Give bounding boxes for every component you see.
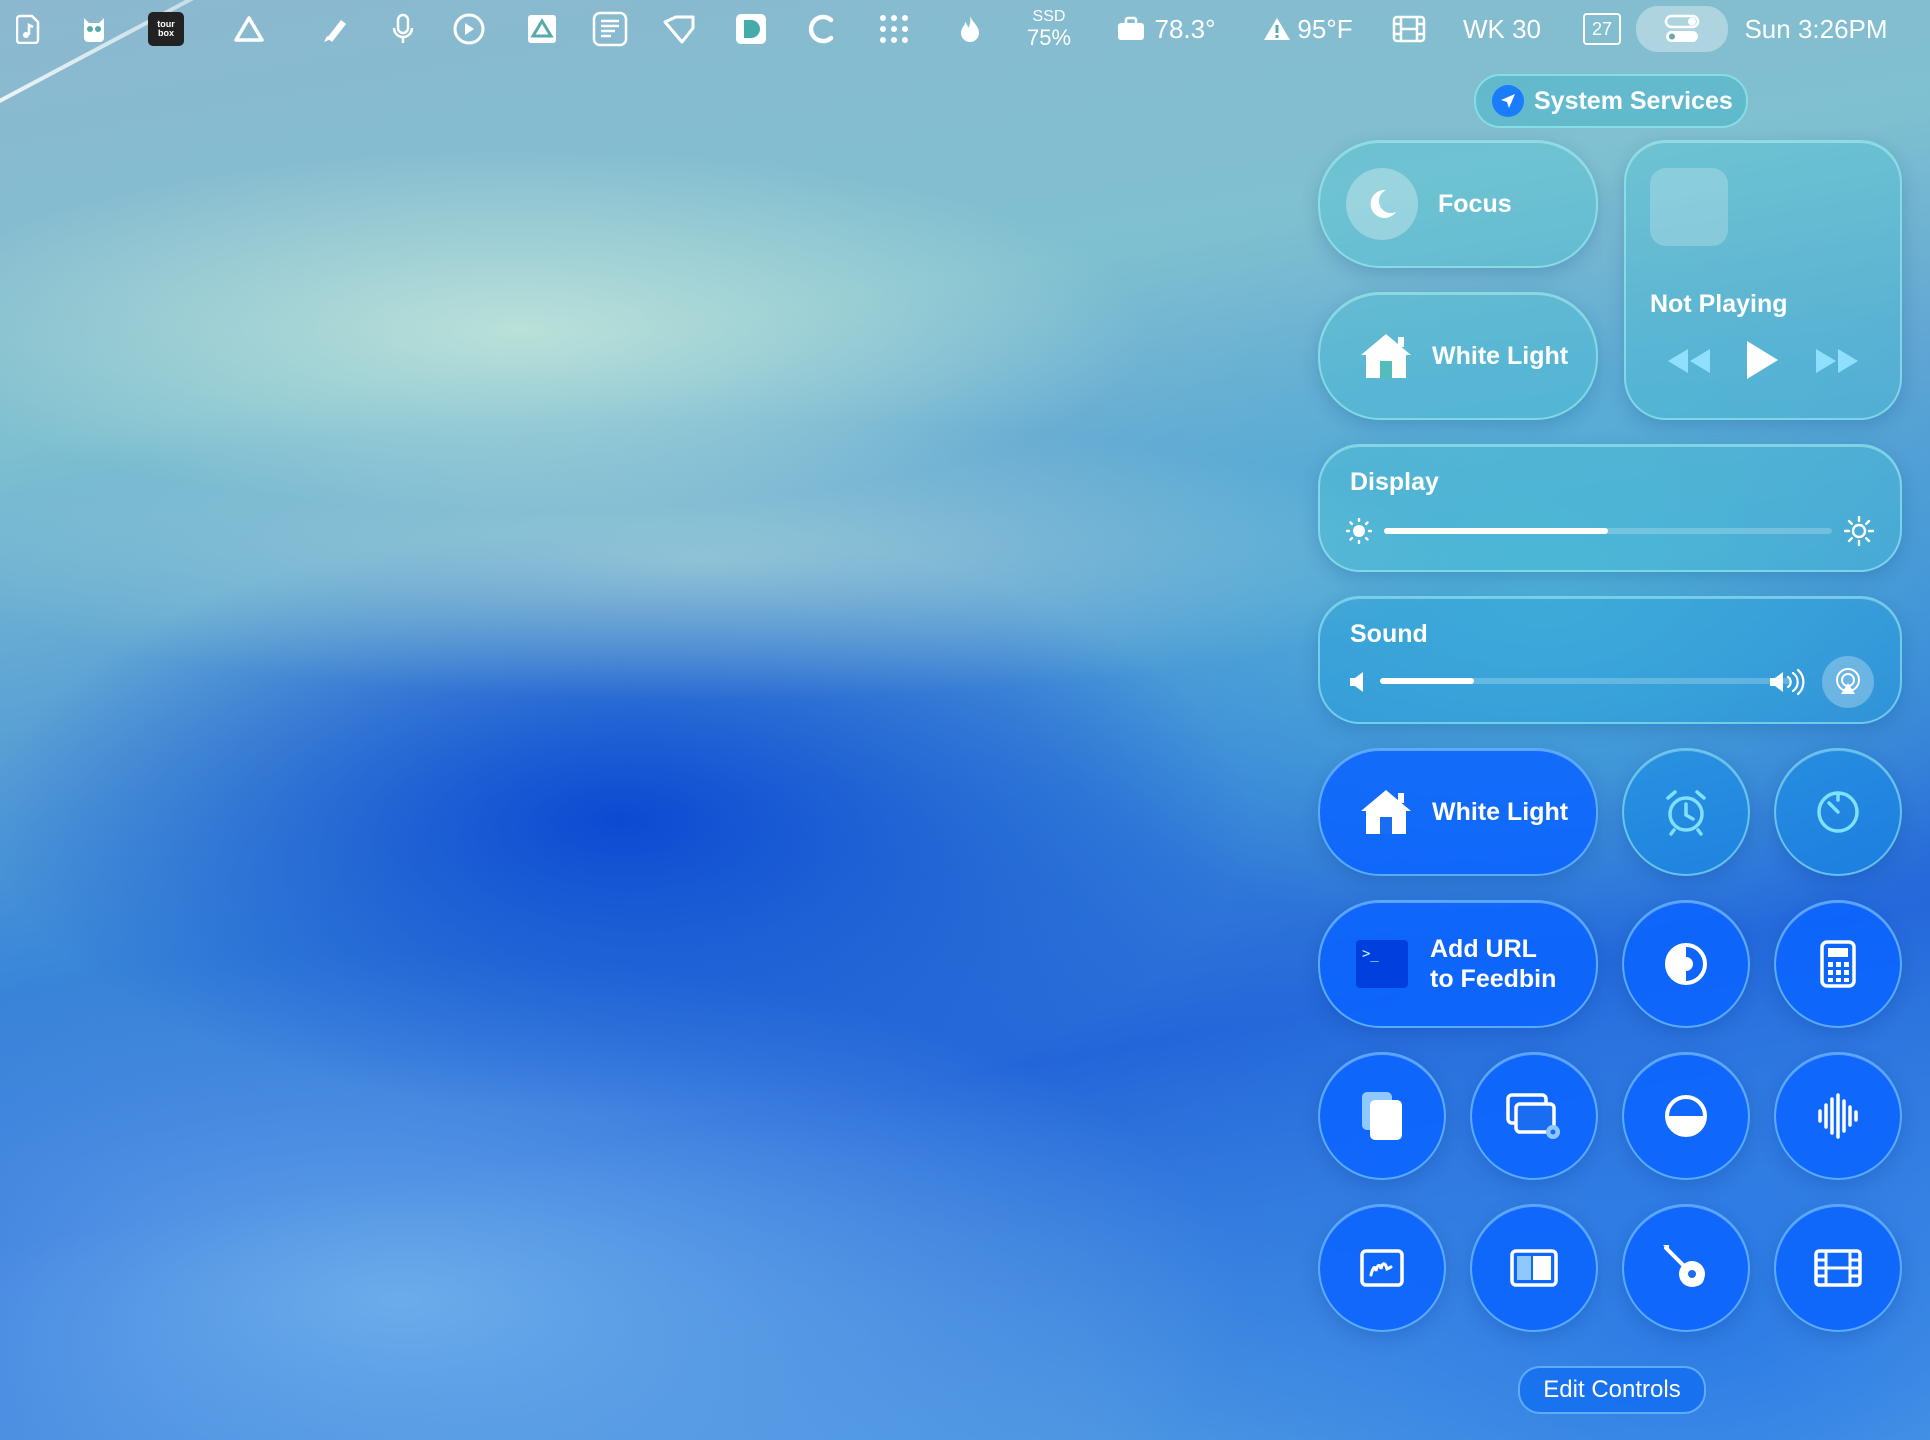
c-icon[interactable] [804,0,838,58]
focus-toggle[interactable]: Focus [1318,140,1598,268]
cpu-temp-value: 78.3° [1154,13,1216,44]
volume-high-icon [1768,668,1806,696]
calendar-day: 27 [1583,13,1621,45]
ssd-value: 75% [1026,25,1072,50]
home-light-toggle-2[interactable]: White Light [1318,748,1598,876]
edit-controls-button[interactable]: Edit Controls [1518,1366,1706,1414]
home-light-toggle[interactable]: White Light [1318,292,1598,420]
brightness-slider[interactable] [1384,528,1832,534]
warning-icon [1264,18,1291,40]
sound-label: Sound [1350,620,1428,648]
microphone-icon[interactable] [388,0,418,58]
guitar-icon[interactable] [1622,1204,1750,1332]
timer-icon[interactable] [1774,748,1902,876]
screen-settings-icon[interactable] [1470,1052,1598,1180]
dark-mode-icon[interactable] [1622,900,1750,1028]
film-strip-icon[interactable] [1774,1204,1902,1332]
fast-forward-icon[interactable] [1814,344,1860,378]
briefcase-icon [1118,16,1145,40]
feedbin-line-2: to Feedbin [1430,965,1557,993]
play-icon[interactable] [1744,338,1784,382]
home-light-label-2: White Light [1432,797,1569,826]
menu-bar: tour box SSD 75% 78.3° 95°F WK 30 27 Sun… [0,0,1930,58]
album-artwork [1650,168,1728,246]
home-icon [1356,782,1416,842]
timing-icon[interactable] [450,0,488,58]
brightness-low-icon [1345,517,1373,545]
waveform-icon[interactable] [1774,1052,1902,1180]
film-icon[interactable] [1390,0,1428,58]
home-icon [1356,326,1416,386]
system-services-label: System Services [1534,86,1733,115]
sidebar-icon[interactable] [1470,1204,1598,1332]
ssd-usage[interactable]: SSD 75% [1018,0,1080,58]
add-url-feedbin-button[interactable]: >_ Add URL to Feedbin [1318,900,1598,1028]
display-label: Display [1350,468,1439,496]
brightness-slider-fill [1384,528,1608,534]
moon-icon [1346,168,1418,240]
control-center-icon[interactable] [1636,6,1728,52]
tag-icon[interactable] [660,0,698,58]
half-circle-icon[interactable] [1622,1052,1750,1180]
dots-grid-icon[interactable] [876,0,912,58]
rewind-icon[interactable] [1666,344,1712,378]
alarm-icon[interactable] [1622,748,1750,876]
terminal-icon: >_ [1356,940,1408,988]
system-services-badge[interactable]: System Services [1474,74,1748,128]
owl-icon[interactable] [76,0,112,58]
volume-low-icon [1348,670,1368,694]
pen-icon[interactable] [318,0,354,58]
text-icon[interactable] [590,0,630,58]
ssd-label: SSD [1032,8,1066,25]
feedbin-line-1: Add URL [1430,935,1537,963]
tourbox-icon[interactable]: tour box [146,0,186,58]
week-number[interactable]: WK 30 [1460,0,1544,58]
brightness-high-icon [1843,515,1875,547]
drive-icon[interactable] [524,0,560,58]
music-note-icon[interactable] [12,0,46,58]
flame-icon[interactable] [956,0,984,58]
now-playing-tile[interactable]: Not Playing [1624,140,1902,420]
display-module: Display [1318,444,1902,572]
weather-value: 95°F [1297,13,1353,44]
sound-module: Sound [1318,596,1902,724]
volume-slider-fill [1380,678,1475,684]
copy-icon[interactable] [1318,1052,1446,1180]
cpu-temp[interactable]: 78.3° [1110,0,1222,58]
airplay-icon[interactable] [1822,656,1874,708]
markup-icon[interactable] [1318,1204,1446,1332]
menu-clock[interactable]: Sun 3:26PM [1740,0,1892,58]
location-arrow-icon [1492,85,1524,117]
now-playing-label: Not Playing [1650,290,1788,318]
d-icon[interactable] [734,0,768,58]
focus-label: Focus [1438,189,1512,218]
volume-slider[interactable] [1380,678,1790,684]
home-light-label: White Light [1432,341,1569,370]
weather[interactable]: 95°F [1258,0,1358,58]
calculator-icon[interactable] [1774,900,1902,1028]
triangle-icon[interactable] [232,0,266,58]
calendar-icon[interactable]: 27 [1582,0,1622,58]
